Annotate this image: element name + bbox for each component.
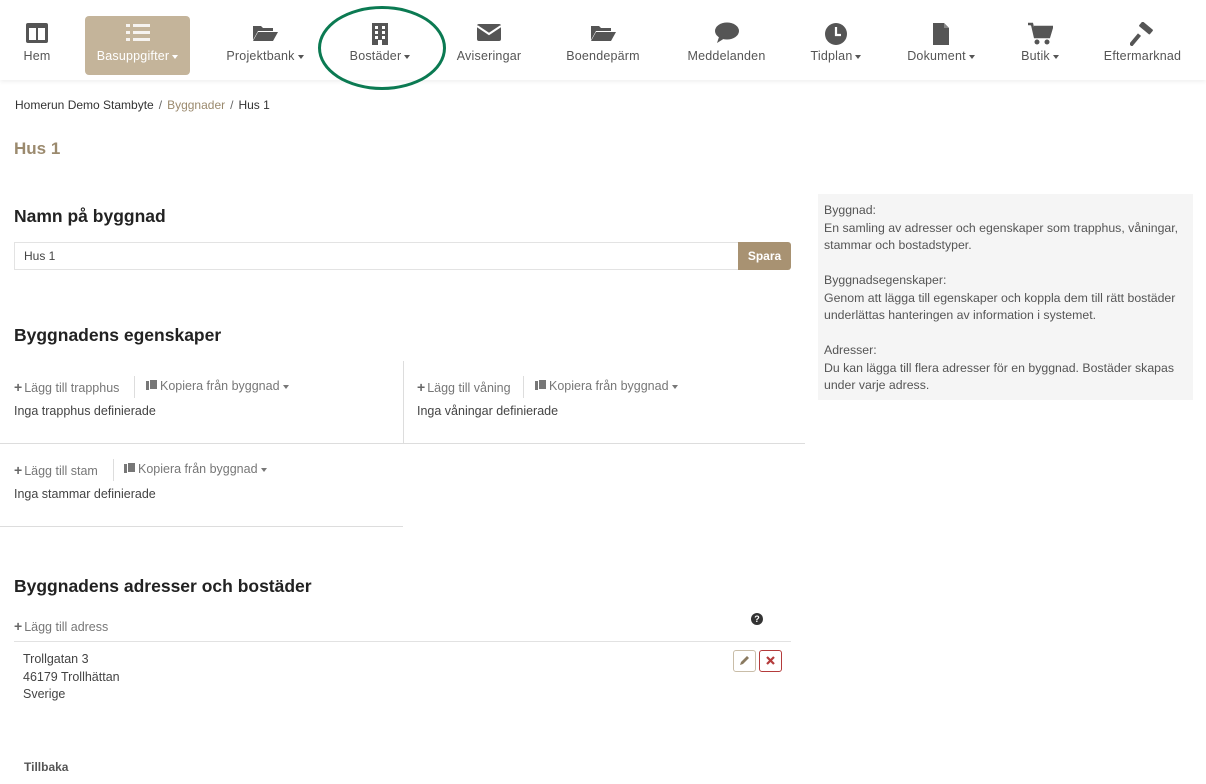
plus-icon: + <box>14 462 23 478</box>
breadcrumb-project[interactable]: Homerun Demo Stambyte <box>15 98 154 112</box>
add-stack-button[interactable]: + Lägg till stam <box>14 462 98 478</box>
top-nav: Hem Basuppgifter Projektbank Bostäder Av… <box>0 0 1206 80</box>
add-address-button[interactable]: + Lägg till adress <box>14 618 108 634</box>
add-stairwell-button[interactable]: + Lägg till trapphus <box>14 379 119 395</box>
separator <box>113 459 114 481</box>
floors-empty-text: Inga våningar definierade <box>417 404 559 418</box>
nav-label: Boendepärm <box>566 49 640 63</box>
nav-label: Bostäder <box>335 49 425 63</box>
nav-label: Eftermarknad <box>1103 49 1182 63</box>
delete-address-button[interactable] <box>759 650 782 672</box>
copy-from-building-dropdown[interactable]: Kopiera från byggnad <box>124 462 267 476</box>
list-icon <box>85 22 190 46</box>
nav-label: Projektbank <box>220 49 310 63</box>
breadcrumb-current: Hus 1 <box>238 98 270 112</box>
file-icon <box>900 22 982 46</box>
separator <box>523 376 524 398</box>
plus-icon: + <box>14 379 23 395</box>
grid-divider <box>0 526 403 527</box>
columns-icon <box>15 22 59 46</box>
copy-from-building-dropdown[interactable]: Kopiera från byggnad <box>146 379 289 393</box>
copy-icon <box>124 462 136 474</box>
list-divider <box>14 641 791 642</box>
nav-item-hem[interactable]: Hem <box>15 16 59 75</box>
nav-item-tidplan[interactable]: Tidplan <box>805 16 867 75</box>
pencil-icon <box>740 656 749 665</box>
building-name-input[interactable] <box>14 242 739 270</box>
nav-label: Tidplan <box>805 49 867 63</box>
nav-label: Basuppgifter <box>85 49 190 63</box>
nav-label: Butik <box>1015 49 1065 63</box>
close-icon <box>766 656 775 665</box>
grid-divider <box>403 361 404 443</box>
info-addresses: Adresser: Du kan lägga till flera adresse… <box>824 343 1174 392</box>
grid-divider <box>0 443 805 444</box>
nav-item-projektbank[interactable]: Projektbank <box>220 16 310 75</box>
breadcrumb: Homerun Demo Stambyte / Byggnader / Hus 1 <box>15 98 270 112</box>
nav-label: Dokument <box>900 49 982 63</box>
copy-from-building-dropdown[interactable]: Kopiera från byggnad <box>535 379 678 393</box>
clock-icon <box>805 22 867 46</box>
nav-item-eftermarknad[interactable]: Eftermarknad <box>1095 16 1190 75</box>
folder-open-icon <box>558 22 648 46</box>
address-postal: 46179 Trollhättan <box>23 670 120 684</box>
breadcrumb-buildings[interactable]: Byggnader <box>167 98 225 112</box>
comment-icon <box>680 22 773 46</box>
copy-icon <box>146 379 158 391</box>
nav-item-boendeparm[interactable]: Boendepärm <box>558 16 648 75</box>
nav-item-butik[interactable]: Butik <box>1015 16 1065 75</box>
info-panel: Byggnad: En samling av adresser och egens… <box>818 194 1193 400</box>
nav-item-bostader[interactable]: Bostäder <box>335 16 425 75</box>
nav-item-dokument[interactable]: Dokument <box>900 16 982 75</box>
address-street: Trollgatan 3 <box>23 652 89 666</box>
addresses-heading: Byggnadens adresser och bostäder <box>14 576 312 596</box>
nav-item-aviseringar[interactable]: Aviseringar <box>450 16 528 75</box>
stacks-empty-text: Inga stammar definierade <box>14 487 156 501</box>
back-link[interactable]: Tillbaka <box>24 760 68 774</box>
copy-icon <box>535 379 547 391</box>
address-country: Sverige <box>23 687 66 701</box>
info-building: Byggnad: En samling av adresser och egens… <box>824 203 1179 252</box>
nav-label: Meddelanden <box>687 49 766 63</box>
edit-address-button[interactable] <box>733 650 756 672</box>
envelope-icon <box>450 22 528 46</box>
add-floor-button[interactable]: + Lägg till våning <box>417 379 511 395</box>
page-title: Hus 1 <box>14 139 61 158</box>
nav-label: Aviseringar <box>456 49 522 63</box>
separator <box>134 376 135 398</box>
save-button[interactable]: Spara <box>738 242 791 270</box>
building-icon <box>335 22 425 46</box>
properties-heading: Byggnadens egenskaper <box>14 325 222 345</box>
nav-label: Hem <box>23 49 51 63</box>
folder-open-icon <box>220 22 310 46</box>
name-heading: Namn på byggnad <box>14 206 166 226</box>
nav-item-meddelanden[interactable]: Meddelanden <box>680 16 773 75</box>
nav-item-basuppgifter[interactable]: Basuppgifter <box>85 16 190 75</box>
plus-icon: + <box>417 379 426 395</box>
stairwell-empty-text: Inga trapphus definierade <box>14 404 156 418</box>
info-properties: Byggnadsegenskaper: Genom att lägga till … <box>824 273 1176 322</box>
help-icon[interactable]: ? <box>751 613 763 625</box>
plus-icon: + <box>14 618 23 634</box>
cart-icon <box>1015 22 1065 46</box>
hammer-icon <box>1095 22 1190 46</box>
